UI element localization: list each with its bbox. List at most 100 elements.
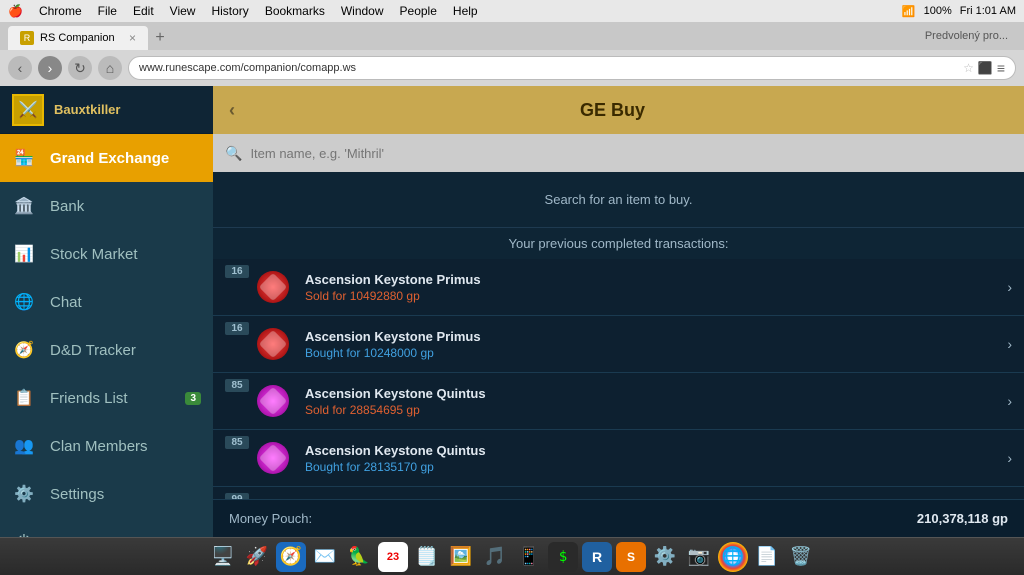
new-tab-button[interactable]: + <box>148 26 172 50</box>
item-name: Ascension Keystone Quintus <box>305 386 999 401</box>
dock-terminal[interactable]: $ <box>548 542 578 572</box>
dock-system-prefs[interactable]: ⚙️ <box>650 542 680 572</box>
money-pouch-label: Money Pouch: <box>229 511 312 526</box>
search-icon: 🔍 <box>225 145 242 162</box>
item-info: Ascension Keystone Quintus Bought for 28… <box>305 443 999 474</box>
dock-pages[interactable]: 📄 <box>752 542 782 572</box>
grand-exchange-icon: 🏪 <box>12 146 36 170</box>
dock-safari[interactable]: 🧭 <box>276 542 306 572</box>
qty-badge: 85 <box>225 379 249 392</box>
bookmark-icon[interactable]: ☆ <box>963 61 974 75</box>
address-bar[interactable]: www.runescape.com/companion/comapp.ws ☆ … <box>128 56 1016 80</box>
transactions-section-label: Your previous completed transactions: <box>213 228 1024 259</box>
sidebar-label-dd-tracker: D&D Tracker <box>50 342 136 359</box>
battery-indicator: 100% <box>924 5 952 17</box>
home-button[interactable]: ⌂ <box>98 56 122 80</box>
tab-favicon: R <box>20 31 34 45</box>
browser-tab[interactable]: R RS Companion × <box>8 26 148 50</box>
item-image <box>253 438 293 478</box>
forward-button[interactable]: › <box>38 56 62 80</box>
qty-badge: 16 <box>225 322 249 335</box>
qty-badge: 16 <box>225 265 249 278</box>
keystone-quintus-icon <box>257 385 289 417</box>
tab-close-button[interactable]: × <box>129 31 136 45</box>
dock-calendar[interactable]: 23 <box>378 542 408 572</box>
transaction-item[interactable]: 85 Ascension Keystone Quintus Sold for 2… <box>213 373 1024 430</box>
reload-button[interactable]: ↻ <box>68 56 92 80</box>
item-price: Sold for 28854695 gp <box>305 403 999 417</box>
log-out-icon: ⏻ <box>12 530 36 537</box>
sidebar: ⚔️ Bauxtkiller 🏪 Grand Exchange 🏛️ Bank … <box>0 86 213 537</box>
sidebar-item-clan-members[interactable]: 👥 Clan Members <box>0 422 213 470</box>
transaction-item[interactable]: 99 Ascension Keystone Tertius Sold for 3… <box>213 487 1024 499</box>
dock-chrome[interactable]: 🌐 <box>718 542 748 572</box>
sidebar-item-dd-tracker[interactable]: 🧭 D&D Tracker <box>0 326 213 374</box>
item-price: Sold for 10492880 gp <box>305 289 999 303</box>
item-info: Ascension Keystone Primus Sold for 10492… <box>305 272 999 303</box>
sidebar-username: Bauxtkiller <box>54 102 120 117</box>
menu-people[interactable]: People <box>400 4 437 18</box>
back-to-menu-button[interactable]: ‹ <box>229 100 235 121</box>
sidebar-nav: 🏪 Grand Exchange 🏛️ Bank 📊 Stock Market … <box>0 134 213 537</box>
main-header: ‹ GE Buy <box>213 86 1024 134</box>
transaction-item[interactable]: 16 Ascension Keystone Primus Bought for … <box>213 316 1024 373</box>
transaction-item[interactable]: 85 Ascension Keystone Quintus Bought for… <box>213 430 1024 487</box>
item-name: Ascension Keystone Primus <box>305 329 999 344</box>
sidebar-item-log-out[interactable]: ⏻ Log Out <box>0 518 213 537</box>
sidebar-label-stock-market: Stock Market <box>50 246 138 263</box>
menu-file[interactable]: File <box>98 4 117 18</box>
dock-itunes[interactable]: 🎵 <box>480 542 510 572</box>
tab-bar: R RS Companion × + Predvolený pro... <box>0 22 1024 50</box>
menu-window[interactable]: Window <box>341 4 384 18</box>
back-button[interactable]: ‹ <box>8 56 32 80</box>
avatar: ⚔️ <box>12 94 44 126</box>
apple-menu[interactable]: 🍎 <box>8 4 23 18</box>
browser-chrome: R RS Companion × + Predvolený pro... ‹ ›… <box>0 22 1024 86</box>
dock-trash[interactable]: 🗑️ <box>786 542 816 572</box>
item-image <box>253 324 293 364</box>
search-input[interactable] <box>250 146 1012 161</box>
item-image <box>253 495 293 499</box>
menu-help[interactable]: Help <box>453 4 478 18</box>
sidebar-item-friends-list[interactable]: 📋 Friends List 3 <box>0 374 213 422</box>
money-pouch-value: 210,378,118 gp <box>917 511 1008 526</box>
sidebar-label-clan-members: Clan Members <box>50 438 148 455</box>
dock: 🖥️ 🚀 🧭 ✉️ 🦜 23 🗒️ 🖼️ 🎵 📱 $ R S ⚙️ 📷 🌐 📄 … <box>0 537 1024 575</box>
dock-launchpad[interactable]: 🚀 <box>242 542 272 572</box>
sidebar-item-stock-market[interactable]: 📊 Stock Market <box>0 230 213 278</box>
friends-list-icon: 📋 <box>12 386 36 410</box>
dock-r-app[interactable]: R <box>582 542 612 572</box>
sidebar-label-log-out: Log Out <box>50 534 103 538</box>
menu-view[interactable]: View <box>170 4 196 18</box>
dock-bird[interactable]: 🦜 <box>344 542 374 572</box>
dock-photos[interactable]: 🖼️ <box>446 542 476 572</box>
sidebar-label-chat: Chat <box>50 294 82 311</box>
chat-icon: 🌐 <box>12 290 36 314</box>
menu-edit[interactable]: Edit <box>133 4 154 18</box>
search-bar: 🔍 <box>213 134 1024 172</box>
clock: Fri 1:01 AM <box>960 5 1016 17</box>
menu-bookmarks[interactable]: Bookmarks <box>265 4 325 18</box>
menu-history[interactable]: History <box>211 4 248 18</box>
sidebar-item-settings[interactable]: ⚙️ Settings <box>0 470 213 518</box>
sidebar-item-chat[interactable]: 🌐 Chat <box>0 278 213 326</box>
item-image <box>253 381 293 421</box>
dock-preview[interactable]: 📷 <box>684 542 714 572</box>
dock-notes[interactable]: 🗒️ <box>412 542 442 572</box>
sidebar-item-grand-exchange[interactable]: 🏪 Grand Exchange <box>0 134 213 182</box>
chevron-right-icon: › <box>1007 336 1012 352</box>
menu-chrome[interactable]: Chrome <box>39 4 82 18</box>
menu-icon[interactable]: ≡ <box>997 60 1005 76</box>
dock-appstore[interactable]: 📱 <box>514 542 544 572</box>
dd-tracker-icon: 🧭 <box>12 338 36 362</box>
dock-slides[interactable]: S <box>616 542 646 572</box>
dock-mail[interactable]: ✉️ <box>310 542 340 572</box>
search-hint: Search for an item to buy. <box>213 172 1024 227</box>
app-content: ⚔️ Bauxtkiller 🏪 Grand Exchange 🏛️ Bank … <box>0 86 1024 537</box>
clan-members-icon: 👥 <box>12 434 36 458</box>
settings-icon: ⚙️ <box>12 482 36 506</box>
transaction-item[interactable]: 16 Ascension Keystone Primus Sold for 10… <box>213 259 1024 316</box>
sidebar-item-bank[interactable]: 🏛️ Bank <box>0 182 213 230</box>
cast-icon: ⬛ <box>978 61 993 75</box>
dock-finder[interactable]: 🖥️ <box>208 542 238 572</box>
